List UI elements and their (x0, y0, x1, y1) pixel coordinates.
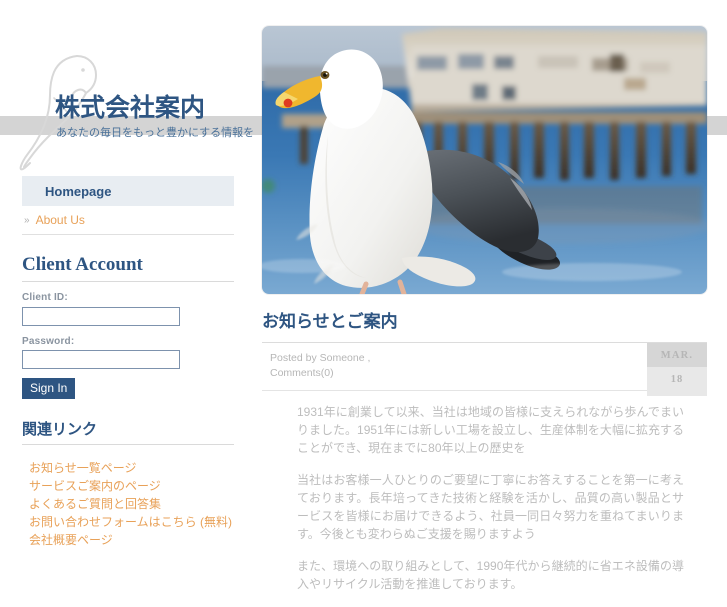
post-date-day: 18 (647, 367, 707, 396)
sidebar-item-homepage-label: Homepage (45, 183, 112, 199)
hero-photo (262, 26, 707, 294)
sign-in-button[interactable]: Sign In (22, 378, 76, 399)
post-header: お知らせとご案内 (262, 308, 707, 343)
post-author: Posted by Someone , (270, 352, 371, 364)
post-date-month: MAR. (647, 343, 707, 367)
post-title: お知らせとご案内 (262, 312, 398, 331)
related-links-list: お知らせ一覧ページ サービスご案内のページ よくあるご質問と回答集 お問い合わせ… (29, 459, 234, 549)
related-links-title: 関連リンク (22, 418, 234, 445)
list-item[interactable]: お問い合わせフォームはこちら (無料) (29, 513, 234, 531)
sidebar: Homepage » About Us Client Account Clien… (0, 176, 253, 549)
post-body: 1931年に創業して以来、当社は地域の皆様に支えられながら歩んでまいりました。1… (262, 391, 707, 593)
main-content: お知らせとご案内 Posted by Someone , Comments(0)… (262, 308, 707, 607)
password-input[interactable] (22, 350, 180, 369)
password-row: Password: (22, 335, 234, 369)
password-label: Password: (22, 335, 75, 347)
post-paragraph: 1931年に創業して以来、当社は地域の皆様に支えられながら歩んでまいりました。1… (297, 405, 684, 455)
list-item[interactable]: サービスご案内のページ (29, 477, 234, 495)
list-item[interactable]: 会社概要ページ (29, 531, 234, 549)
list-item[interactable]: お知らせ一覧ページ (29, 459, 234, 477)
chevron-double-right-icon: » (24, 214, 30, 226)
sidebar-item-homepage[interactable]: Homepage (22, 176, 234, 206)
site-brand[interactable]: 株式会社案内 あなたの毎日をもっと豊かにする情報を (0, 48, 254, 173)
sidebar-item-about-us-label: About Us (35, 213, 85, 227)
page-root: 株式会社案内 あなたの毎日をもっと豊かにする情報を Homepage » Abo… (0, 0, 727, 591)
client-id-label: Client ID: (22, 292, 68, 303)
client-account-panel: Client Account Client ID: Password: Sign… (22, 254, 234, 399)
post-paragraph: また、環境への取り組みとして、1990年代から継続的に省エネ設備の導入やリサイク… (297, 559, 684, 591)
post-meta: Posted by Someone , Comments(0) MAR. 18 (262, 343, 707, 396)
client-account-title: Client Account (22, 254, 234, 282)
post-comments-count: Comments(0) (270, 367, 334, 379)
list-item[interactable]: よくあるご質問と回答集 (29, 495, 234, 513)
site-title: 株式会社案内 (55, 94, 206, 122)
post-date-badge: MAR. 18 (647, 343, 707, 396)
client-id-input[interactable] (22, 306, 180, 326)
post-paragraph: 当社はお客様一人ひとりのご要望に丁寧にお答えすることを第一に考えております。長年… (297, 473, 684, 541)
related-links-panel: 関連リンク お知らせ一覧ページ サービスご案内のページ よくあるご質問と回答集 … (22, 418, 234, 549)
sidebar-item-about-us[interactable]: » About Us (22, 206, 234, 235)
client-id-row: Client ID: (22, 292, 234, 326)
site-tagline: あなたの毎日をもっと豊かにする情報を (56, 127, 255, 139)
